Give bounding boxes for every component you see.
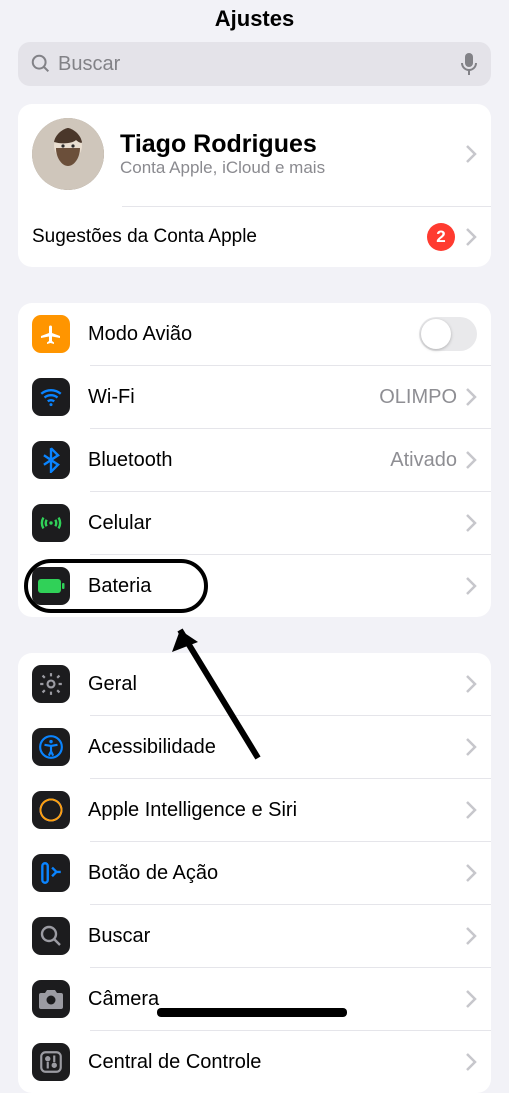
chevron-right-icon bbox=[465, 989, 477, 1009]
row-apple-intelligence[interactable]: Apple Intelligence e Siri bbox=[18, 779, 491, 841]
airplane-icon bbox=[32, 315, 70, 353]
bluetooth-value: Ativado bbox=[390, 449, 457, 472]
row-accessibility[interactable]: Acessibilidade bbox=[18, 716, 491, 778]
wifi-icon bbox=[32, 378, 70, 416]
action-button-icon bbox=[32, 854, 70, 892]
row-general[interactable]: Geral bbox=[18, 653, 491, 715]
account-suggestions-row[interactable]: Sugestões da Conta Apple 2 bbox=[18, 207, 491, 267]
row-label: Câmera bbox=[88, 988, 465, 1011]
suggestions-badge: 2 bbox=[427, 223, 455, 251]
general-group: Geral Acessibilidade Apple Intelligence … bbox=[18, 653, 491, 1093]
chevron-right-icon bbox=[465, 387, 477, 407]
account-suggestions-label: Sugestões da Conta Apple bbox=[32, 226, 427, 248]
camera-icon bbox=[32, 980, 70, 1018]
wifi-value: OLIMPO bbox=[379, 386, 457, 409]
chevron-right-icon bbox=[465, 144, 477, 164]
row-cellular[interactable]: Celular bbox=[18, 492, 491, 554]
row-bluetooth[interactable]: Bluetooth Ativado bbox=[18, 429, 491, 491]
row-label: Modo Avião bbox=[88, 323, 419, 346]
row-label: Geral bbox=[88, 673, 465, 696]
gear-icon bbox=[32, 665, 70, 703]
chevron-right-icon bbox=[465, 576, 477, 596]
row-search-setting[interactable]: Buscar bbox=[18, 905, 491, 967]
ai-siri-icon bbox=[32, 791, 70, 829]
chevron-right-icon bbox=[465, 227, 477, 247]
row-action-button[interactable]: Botão de Ação bbox=[18, 842, 491, 904]
connectivity-group: Modo Avião Wi-Fi OLIMPO Bluetooth Ativad… bbox=[18, 303, 491, 617]
row-label: Acessibilidade bbox=[88, 736, 465, 759]
row-label: Wi-Fi bbox=[88, 386, 379, 409]
row-wifi[interactable]: Wi-Fi OLIMPO bbox=[18, 366, 491, 428]
chevron-right-icon bbox=[465, 863, 477, 883]
mic-icon[interactable] bbox=[459, 52, 479, 76]
row-airplane[interactable]: Modo Avião bbox=[18, 303, 491, 365]
chevron-right-icon bbox=[465, 513, 477, 533]
account-group: Tiago Rodrigues Conta Apple, iCloud e ma… bbox=[18, 104, 491, 267]
chevron-right-icon bbox=[465, 800, 477, 820]
magnifier-icon bbox=[32, 917, 70, 955]
airplane-toggle[interactable] bbox=[419, 317, 477, 351]
row-label: Bateria bbox=[88, 575, 465, 598]
chevron-right-icon bbox=[465, 926, 477, 946]
row-label: Buscar bbox=[88, 925, 465, 948]
bluetooth-icon bbox=[32, 441, 70, 479]
search-placeholder: Buscar bbox=[58, 53, 459, 76]
row-camera[interactable]: Câmera bbox=[18, 968, 491, 1030]
row-control-center[interactable]: Central de Controle bbox=[18, 1031, 491, 1093]
chevron-right-icon bbox=[465, 737, 477, 757]
row-label: Bluetooth bbox=[88, 449, 390, 472]
accessibility-icon bbox=[32, 728, 70, 766]
battery-icon bbox=[32, 567, 70, 605]
account-row[interactable]: Tiago Rodrigues Conta Apple, iCloud e ma… bbox=[18, 104, 491, 206]
chevron-right-icon bbox=[465, 674, 477, 694]
account-subtitle: Conta Apple, iCloud e mais bbox=[120, 158, 465, 178]
row-label: Celular bbox=[88, 512, 465, 535]
chevron-right-icon bbox=[465, 1052, 477, 1072]
row-label: Apple Intelligence e Siri bbox=[88, 799, 465, 822]
row-battery[interactable]: Bateria bbox=[18, 555, 491, 617]
row-label: Botão de Ação bbox=[88, 862, 465, 885]
page-title: Ajustes bbox=[0, 0, 509, 42]
avatar bbox=[32, 118, 104, 190]
account-name: Tiago Rodrigues bbox=[120, 130, 465, 159]
cellular-icon bbox=[32, 504, 70, 542]
control-center-icon bbox=[32, 1043, 70, 1081]
row-label: Central de Controle bbox=[88, 1051, 465, 1074]
chevron-right-icon bbox=[465, 450, 477, 470]
search-input[interactable]: Buscar bbox=[18, 42, 491, 86]
search-icon bbox=[30, 53, 52, 75]
